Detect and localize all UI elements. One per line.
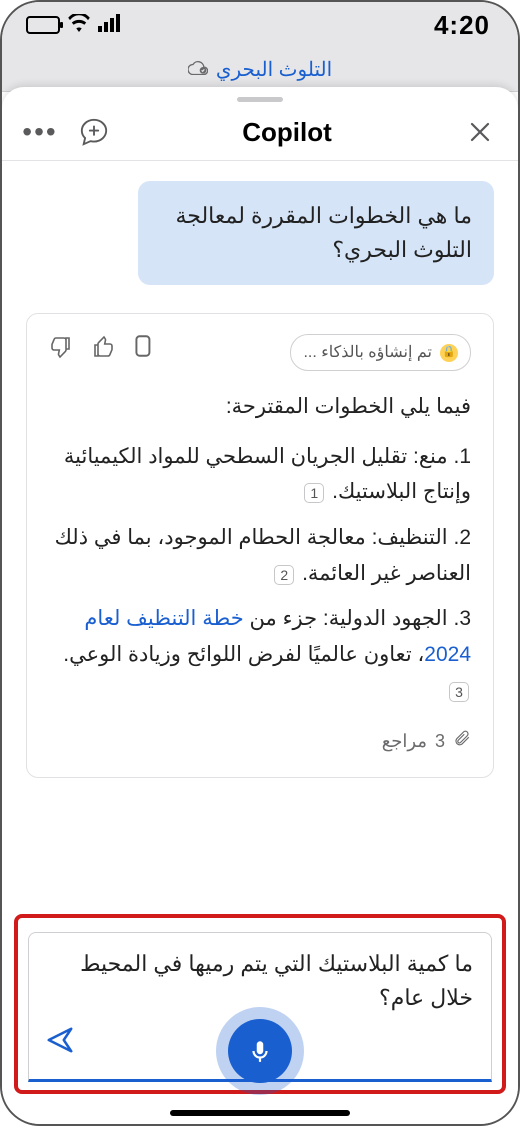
doc-title-strip: التلوث البحري [2,48,518,92]
sheet-title: Copilot [242,117,332,148]
input-highlight-box: ما كمية البلاستيك التي يتم رميها في المح… [14,914,506,1094]
sheet-grabber[interactable] [237,97,283,102]
wifi-icon [68,14,90,37]
ai-generated-badge[interactable]: 🔒 تم إنشاؤه بالذكاء ... [290,334,471,371]
shield-icon: 🔒 [440,344,458,362]
cloud-sync-icon [188,59,208,80]
send-button[interactable] [45,1024,75,1067]
references-row[interactable]: 3 مراجع [49,726,471,757]
doc-title-link[interactable]: التلوث البحري [216,57,332,82]
thumbs-up-icon[interactable] [91,332,115,373]
battery-icon [26,16,60,34]
attachment-icon [453,726,471,757]
close-icon[interactable] [462,114,498,150]
user-message-bubble: ما هي الخطوات المقررة لمعالجة التلوث الب… [138,181,494,285]
citation-badge[interactable]: 2 [274,565,294,585]
sheet-header: ••• Copilot [2,108,518,160]
ai-badge-label: تم إنشاؤه بالذكاء ... [303,339,432,366]
mic-button[interactable] [228,1019,292,1083]
assistant-intro: فيما يلي الخطوات المقترحة: [49,389,471,425]
thumbs-down-icon[interactable] [49,332,73,373]
new-chat-icon[interactable] [76,114,112,150]
status-time: 4:20 [434,10,490,41]
divider [2,160,518,161]
copy-icon[interactable] [133,332,155,373]
list-item: 1. منع: تقليل الجريان السطحي للمواد الكي… [49,439,471,510]
list-item: 2. التنظيف: معالجة الحطام الموجود، بما ف… [49,520,471,591]
device-frame: 4:20 التلوث البحري ••• Copilot ما هي [0,0,520,1126]
citation-badge[interactable]: 3 [449,682,469,702]
chat-input-text: ما كمية البلاستيك التي يتم رميها في المح… [47,947,473,1015]
references-count: 3 [435,726,445,757]
status-bar: 4:20 [2,2,518,48]
assistant-message-card: 🔒 تم إنشاؤه بالذكاء ... فيما يلي الخطوات… [26,313,494,778]
assistant-steps-list: 1. منع: تقليل الجريان السطحي للمواد الكي… [49,439,471,709]
list-item: 3. الجهود الدولية: جزء من خطة التنظيف لع… [49,601,471,708]
chat-input[interactable]: ما كمية البلاستيك التي يتم رميها في المح… [28,932,492,1082]
cellular-icon [98,14,122,37]
home-indicator[interactable] [170,1110,350,1116]
copilot-sheet: ••• Copilot ما هي الخطوات المقررة لمعالج… [2,87,518,1124]
more-icon[interactable]: ••• [22,114,58,150]
citation-badge[interactable]: 1 [304,483,324,503]
references-label: مراجع [382,726,427,757]
